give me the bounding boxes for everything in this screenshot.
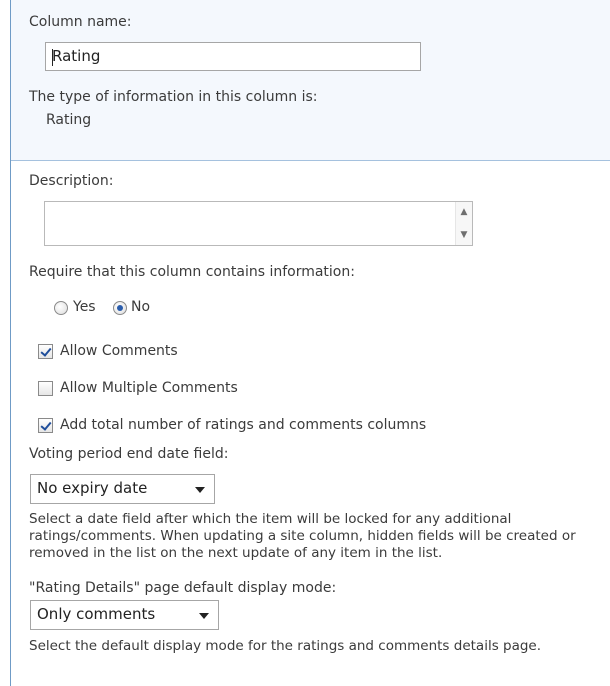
scroll-up-icon[interactable]: ▲: [456, 205, 472, 219]
column-settings-panel: Column name: Rating The type of informat…: [10, 0, 610, 686]
type-info-label: The type of information in this column i…: [29, 89, 318, 105]
require-no-radio[interactable]: [113, 301, 127, 315]
allow-multiple-comments-label[interactable]: Allow Multiple Comments: [60, 380, 238, 396]
chevron-down-icon: [195, 487, 205, 493]
column-name-section: Column name: Rating The type of informat…: [11, 0, 610, 161]
column-name-label: Column name:: [29, 14, 132, 30]
type-info-value: Rating: [46, 112, 92, 128]
add-totals-label[interactable]: Add total number of ratings and comments…: [60, 417, 426, 433]
rating-details-select[interactable]: Only comments: [30, 600, 219, 630]
description-textarea[interactable]: ▲ ▼: [44, 201, 473, 246]
require-label: Require that this column contains inform…: [29, 264, 355, 280]
allow-comments-checkbox[interactable]: [38, 344, 53, 359]
voting-period-label: Voting period end date field:: [29, 446, 229, 462]
require-yes-label[interactable]: Yes: [73, 299, 96, 315]
voting-period-select[interactable]: No expiry date: [30, 474, 215, 504]
scroll-down-icon[interactable]: ▼: [456, 228, 472, 242]
column-name-value: Rating: [52, 47, 101, 65]
voting-period-help: Select a date field after which the item…: [29, 511, 576, 561]
rating-details-label: "Rating Details" page default display mo…: [29, 580, 337, 596]
chevron-down-icon: [199, 613, 209, 619]
allow-multiple-comments-checkbox[interactable]: [38, 381, 53, 396]
allow-comments-label[interactable]: Allow Comments: [60, 343, 178, 359]
add-totals-checkbox[interactable]: [38, 418, 53, 433]
require-no-label[interactable]: No: [131, 299, 150, 315]
rating-details-value: Only comments: [37, 605, 156, 623]
description-label: Description:: [29, 173, 114, 189]
rating-details-help: Select the default display mode for the …: [29, 638, 542, 654]
require-yes-radio[interactable]: [54, 301, 68, 315]
description-scrollbar[interactable]: ▲ ▼: [455, 202, 472, 245]
column-name-input[interactable]: Rating: [45, 42, 421, 71]
voting-period-value: No expiry date: [37, 479, 148, 497]
